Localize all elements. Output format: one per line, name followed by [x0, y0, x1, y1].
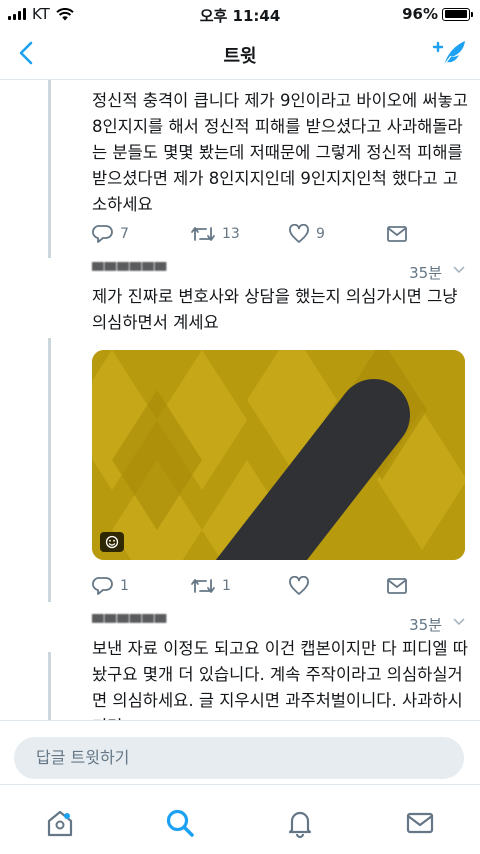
- reply-icon: [92, 225, 113, 243]
- tweet-text: 제가 진짜로 변호사와 상담을 했는지 의심가시면 그냥 의심하면서 계세요: [92, 287, 458, 332]
- blurred-username: ▀▀▀▀▀▀: [92, 262, 168, 280]
- like-button[interactable]: [288, 576, 386, 596]
- tweet-text: 정신적 충격이 큽니다 제가 9인이라고 바이오에 써놓고 8인지지를 해서 정…: [92, 91, 468, 214]
- envelope-icon: [387, 578, 407, 594]
- retweet-count: 13: [222, 226, 240, 242]
- envelope-icon: [387, 226, 407, 242]
- like-count: 9: [316, 226, 325, 242]
- reply-input[interactable]: 답글 트윗하기: [14, 737, 464, 779]
- retweet-icon: [191, 227, 215, 241]
- tweet-meta: ▀▀▀▀▀▀ 35분: [92, 614, 468, 634]
- gif-badge-icon: [100, 532, 124, 552]
- battery-icon: [442, 7, 473, 21]
- chevron-down-icon[interactable]: [452, 616, 466, 628]
- tweet-meta: ▀▀▀▀▀▀ 35분: [92, 262, 468, 282]
- thread-line: [48, 338, 51, 602]
- compose-tweet-icon[interactable]: [432, 38, 468, 68]
- thread-line: [48, 80, 51, 258]
- tweet-time: 35분: [409, 264, 442, 282]
- tweet-actions: 1 1: [92, 574, 412, 598]
- home-icon[interactable]: [44, 807, 76, 839]
- heart-icon: [289, 224, 309, 243]
- nav-bar: 트윗: [0, 28, 480, 80]
- media-image: [92, 350, 465, 560]
- tweet-time: 35분: [409, 616, 442, 634]
- retweet-button[interactable]: 13: [190, 224, 288, 244]
- tweet-actions: 7 13 9: [92, 222, 412, 246]
- heart-icon: [289, 576, 309, 595]
- page-title: 트윗: [223, 46, 257, 67]
- reply-bar: 답글 트윗하기: [0, 720, 480, 784]
- reply-button[interactable]: 1: [92, 576, 190, 596]
- reply-count: 1: [120, 578, 129, 594]
- reply-button[interactable]: 7: [92, 224, 190, 244]
- reply-icon: [92, 577, 113, 595]
- blurred-username: ▀▀▀▀▀▀: [92, 614, 168, 632]
- status-bar: KT 오후 11:44 96%: [0, 0, 480, 28]
- like-button[interactable]: 9: [288, 224, 386, 244]
- thread-line: [48, 652, 51, 722]
- messages-icon[interactable]: [404, 807, 436, 839]
- retweet-count: 1: [222, 578, 231, 594]
- retweet-icon: [191, 579, 215, 593]
- reply-count: 7: [120, 226, 129, 242]
- notifications-icon[interactable]: [284, 807, 316, 839]
- tweet-media-gif[interactable]: [92, 350, 465, 560]
- share-dm-button[interactable]: [386, 577, 408, 595]
- search-icon[interactable]: [164, 807, 196, 839]
- retweet-button[interactable]: 1: [190, 576, 288, 596]
- chevron-down-icon[interactable]: [452, 264, 466, 276]
- tab-bar: [0, 784, 480, 854]
- share-dm-button[interactable]: [386, 225, 408, 243]
- tweet-text: 보낸 자료 이정도 되고요 이건 캡본이지만 다 피디엘 따놨구요 몇개 더 있…: [92, 639, 468, 720]
- battery-percent: 96%: [402, 5, 438, 23]
